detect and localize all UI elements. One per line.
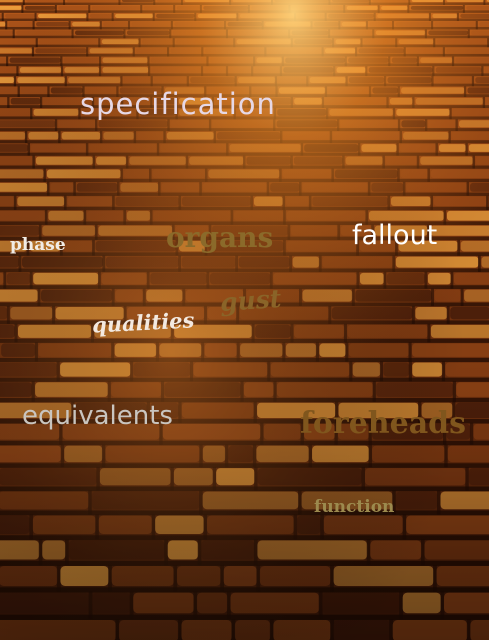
word-foreheads: foreheads [300, 406, 467, 441]
word-gust: gust [219, 283, 283, 318]
word-function: function [314, 497, 395, 517]
word-fallout: fallout [352, 220, 438, 251]
word-equivalents: equivalents [22, 401, 173, 431]
word-specification: specification [80, 87, 276, 121]
cobblestone-photo: specification phase organs fallout gust … [0, 0, 489, 640]
word-organs: organs [166, 221, 274, 254]
word-qualities: qualities [91, 307, 195, 338]
word-phase: phase [10, 235, 66, 255]
